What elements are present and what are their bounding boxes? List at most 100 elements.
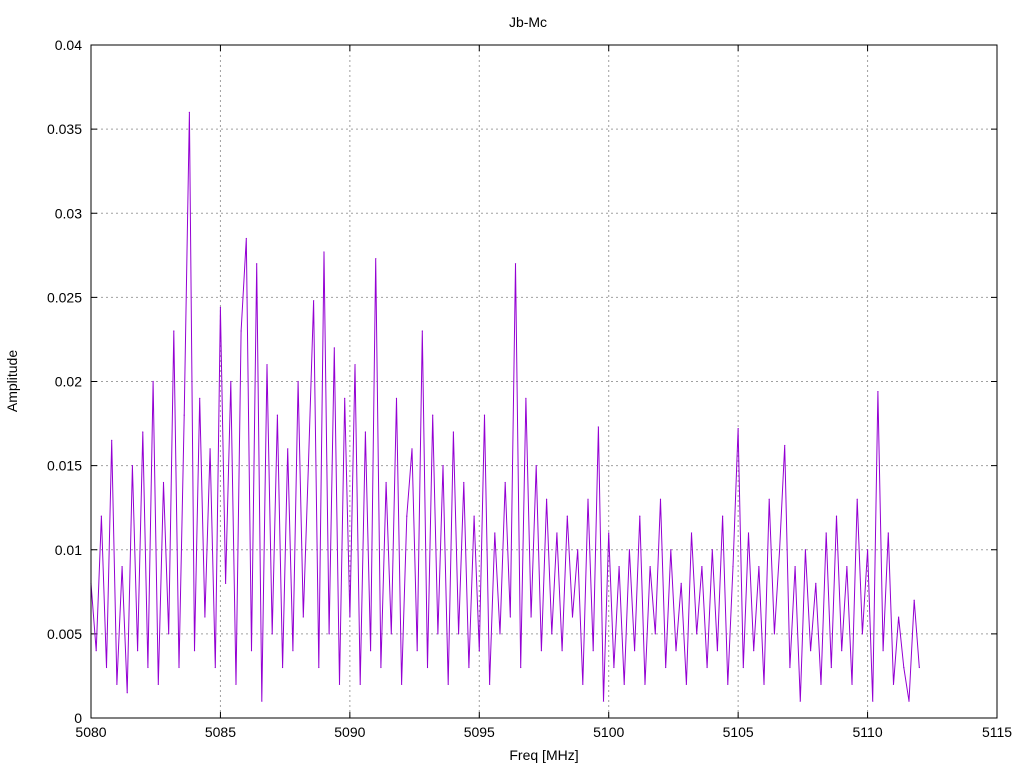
- series-line: [90, 112, 920, 702]
- data-point: [571, 616, 574, 618]
- data-point: [271, 633, 273, 635]
- data-point: [659, 498, 662, 500]
- data-point: [136, 650, 139, 652]
- data-point: [722, 515, 724, 517]
- data-point: [261, 700, 263, 702]
- data-point: [913, 599, 915, 601]
- data-point: [737, 428, 739, 430]
- data-point: [468, 666, 470, 669]
- data-point: [385, 481, 387, 484]
- data-point: [525, 397, 527, 399]
- data-point: [690, 532, 693, 534]
- data-point: [494, 532, 496, 534]
- data-point: [597, 426, 599, 428]
- data-point: [452, 431, 454, 433]
- data-point: [602, 700, 605, 702]
- data-point: [152, 380, 154, 383]
- data-point: [815, 582, 817, 585]
- data-point: [742, 666, 744, 669]
- data-point: [292, 650, 294, 652]
- data-point: [903, 666, 905, 669]
- data-point: [623, 683, 625, 685]
- data-point: [556, 532, 558, 534]
- data-point: [675, 650, 677, 652]
- data-point: [841, 650, 843, 652]
- data-point: [250, 650, 253, 652]
- data-point: [732, 565, 734, 568]
- data-point: [338, 683, 341, 685]
- data-point: [328, 633, 330, 635]
- data-point: [478, 650, 480, 652]
- chart-title: Jb-Mc: [509, 14, 547, 30]
- data-point: [344, 397, 346, 399]
- data-point: [297, 380, 299, 383]
- data-point: [131, 465, 134, 467]
- data-point: [835, 515, 838, 517]
- chart: Jb-Mc 5080 5085 5090 5095 5100 5105 5110 5115 0 0…: [4, 14, 1012, 763]
- data-point: [753, 650, 755, 652]
- data-point: [230, 380, 232, 383]
- data-point: [649, 565, 651, 568]
- data-point: [209, 448, 211, 450]
- data-point: [147, 666, 149, 669]
- data-point: [866, 549, 869, 551]
- data-point: [846, 565, 848, 568]
- data-point: [768, 498, 770, 500]
- data-point: [188, 111, 190, 113]
- data-point: [126, 692, 128, 694]
- data-point: [613, 666, 615, 669]
- data-point: [789, 666, 791, 669]
- data-point: [256, 263, 258, 265]
- data-point: [95, 650, 97, 652]
- data-point: [758, 565, 760, 568]
- data-point: [369, 650, 372, 652]
- data-point: [545, 498, 548, 500]
- data-point: [830, 666, 832, 669]
- data-point: [592, 650, 594, 652]
- data-point: [142, 431, 144, 433]
- data-point: [520, 666, 522, 669]
- data-point: [856, 498, 858, 500]
- data-point: [561, 650, 563, 652]
- data-point: [794, 565, 796, 568]
- data-point: [872, 700, 874, 702]
- data-point: [463, 481, 465, 484]
- data-point: [323, 251, 325, 253]
- data-point: [214, 666, 216, 669]
- data-point: [670, 549, 672, 551]
- data-point: [540, 650, 543, 652]
- y-axis-label: Amplitude: [4, 350, 20, 412]
- data-point: [706, 666, 708, 669]
- data-point: [618, 565, 620, 568]
- data-point: [887, 532, 889, 534]
- data-point: [349, 616, 351, 618]
- data-point: [432, 414, 434, 416]
- data-point: [530, 616, 532, 618]
- data-point: [882, 650, 884, 652]
- data-point: [799, 700, 801, 702]
- data-point: [727, 683, 729, 685]
- data-point: [157, 683, 159, 685]
- y-tick-label: 0.03: [55, 205, 82, 221]
- data-point: [898, 616, 900, 618]
- data-point: [416, 650, 418, 652]
- series-group: [90, 111, 920, 702]
- y-tick-label: 0.01: [55, 542, 82, 558]
- data-point: [804, 549, 807, 551]
- data-point: [489, 683, 491, 685]
- data-point: [401, 683, 403, 685]
- data-point: [861, 633, 863, 635]
- data-point: [908, 700, 910, 702]
- data-point: [644, 683, 646, 685]
- data-point: [499, 633, 501, 635]
- data-point: [773, 633, 775, 635]
- data-point: [639, 515, 641, 517]
- data-point: [173, 330, 175, 332]
- data-point: [851, 683, 853, 685]
- data-point: [364, 431, 366, 433]
- data-point: [918, 666, 920, 669]
- data-point: [582, 683, 584, 685]
- data-point: [473, 515, 475, 517]
- data-point: [628, 549, 631, 551]
- data-point: [199, 397, 201, 399]
